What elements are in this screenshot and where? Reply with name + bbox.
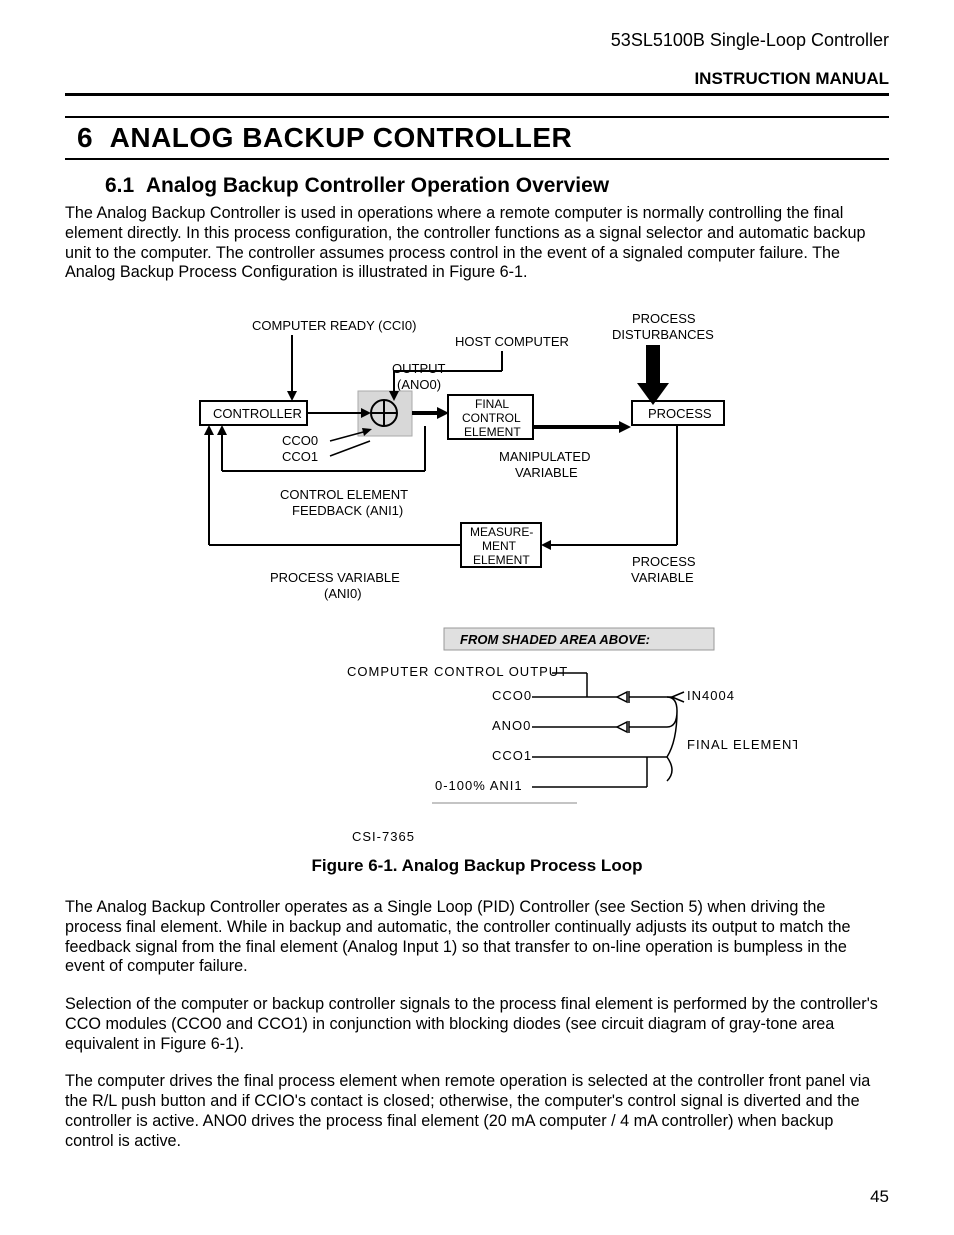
ctrl-fb-l2: FEEDBACK (ANI1) <box>292 503 403 518</box>
manip-l1: MANIPULATED <box>499 449 591 464</box>
d-cco0: CCO0 <box>492 688 532 703</box>
d-finalelem: FINAL ELEMENT <box>687 737 797 752</box>
output-line1: OUTPUT <box>392 361 446 376</box>
csi-code: CSI-7365 <box>352 829 415 844</box>
doc-id: 53SL5100B Single-Loop Controller <box>65 30 889 51</box>
d-compctrl: COMPUTER CONTROL OUTPUT <box>347 664 568 679</box>
section-title: Analog Backup Controller Operation Overv… <box>146 174 609 197</box>
manual-label: INSTRUCTION MANUAL <box>65 69 889 96</box>
chapter-num: 6 <box>77 122 93 153</box>
final-l3: ELEMENT <box>464 425 521 439</box>
pv-l1: PROCESS VARIABLE <box>270 570 400 585</box>
procvar-l1: PROCESS <box>632 554 696 569</box>
d-ani1: 0-100% ANI1 <box>435 778 523 793</box>
disturb-line1: PROCESS <box>632 311 696 326</box>
output-line2: (ANO0) <box>397 377 441 392</box>
disturb-line2: DISTURBANCES <box>612 327 714 342</box>
manip-l2: VARIABLE <box>515 465 578 480</box>
cco1-label: CCO1 <box>282 449 318 464</box>
d-ano0: ANO0 <box>492 718 531 733</box>
page-number: 45 <box>870 1187 889 1207</box>
figure-diagram: COMPUTER READY (CCI0) HOST COMPUTER PROC… <box>157 301 797 846</box>
pv-l2: (ANI0) <box>324 586 362 601</box>
chapter-heading: 6 ANALOG BACKUP CONTROLLER <box>65 116 889 160</box>
figure-caption: Figure 6-1. Analog Backup Process Loop <box>65 856 889 876</box>
computer-ready-label: COMPUTER READY (CCI0) <box>252 318 416 333</box>
d-in4004: IN4004 <box>687 688 735 703</box>
shaded-banner: FROM SHADED AREA ABOVE: <box>460 632 650 647</box>
page: 53SL5100B Single-Loop Controller INSTRUC… <box>0 0 954 1235</box>
final-l2: CONTROL <box>462 411 521 425</box>
final-l1: FINAL <box>475 397 509 411</box>
section-heading: 6.1 Analog Backup Controller Operation O… <box>105 174 889 198</box>
ctrl-fb-l1: CONTROL ELEMENT <box>280 487 408 502</box>
cco0-label: CCO0 <box>282 433 318 448</box>
chapter-title: ANALOG BACKUP CONTROLLER <box>110 122 573 153</box>
meas-l3: ELEMENT <box>473 553 530 567</box>
paragraph-4: The computer drives the final process el… <box>65 1072 889 1151</box>
paragraph-1: The Analog Backup Controller is used in … <box>65 204 889 283</box>
controller-box: CONTROLLER <box>213 406 302 421</box>
section-num: 6.1 <box>105 174 134 197</box>
paragraph-3: Selection of the computer or backup cont… <box>65 995 889 1054</box>
procvar-l2: VARIABLE <box>631 570 694 585</box>
d-cco1: CCO1 <box>492 748 532 763</box>
paragraph-2: The Analog Backup Controller operates as… <box>65 898 889 977</box>
process-box: PROCESS <box>648 406 712 421</box>
meas-l1: MEASURE- <box>470 525 533 539</box>
meas-l2: MENT <box>482 539 517 553</box>
host-computer-label: HOST COMPUTER <box>455 334 569 349</box>
